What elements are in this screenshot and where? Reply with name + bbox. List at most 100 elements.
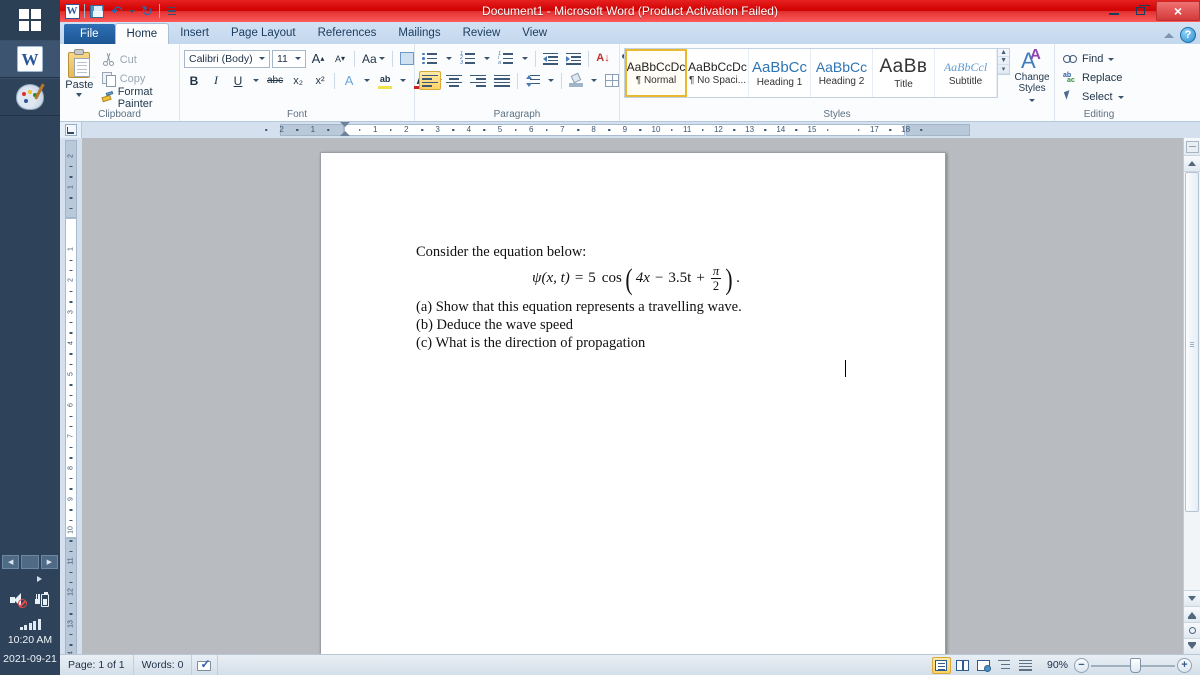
save-button[interactable] [88,2,106,20]
chevron-down-icon[interactable] [76,93,83,97]
highlight-dropdown-button[interactable] [397,71,409,90]
italic-button[interactable]: I [206,71,226,90]
copy-button[interactable]: Copy [98,70,175,87]
zoom-out-button[interactable]: − [1074,657,1089,673]
numbering-button[interactable]: 123 [457,49,479,68]
format-painter-button[interactable]: Format Painter [98,86,175,110]
undo-dropdown-button[interactable] [128,2,136,20]
numbering-dropdown-button[interactable] [481,49,493,68]
taskbar-item-paint[interactable] [0,78,60,116]
undo-button[interactable]: ↶ [108,2,126,20]
help-button[interactable]: ? [1180,27,1196,43]
style-subtitle[interactable]: AaBbCcl Subtitle [935,49,997,97]
switcher-prev[interactable]: ◀ [2,555,20,569]
style-no-spacing[interactable]: AaBbCcDc ¶ No Spaci... [687,49,749,97]
switcher-current[interactable] [21,555,39,569]
zoom-slider-track[interactable] [1089,657,1177,673]
text-effects-dropdown-button[interactable] [361,71,373,90]
zoom-slider[interactable]: − + [1074,657,1200,673]
tab-mailings[interactable]: Mailings [387,23,451,44]
sort-button[interactable]: A↓ [593,49,613,68]
view-draft-button[interactable] [1016,657,1035,674]
shading-button[interactable] [566,71,586,90]
align-left-button[interactable] [419,71,441,90]
shrink-font-button[interactable]: A ▾ [330,49,350,68]
highlight-button[interactable]: ab [375,71,395,90]
bullets-dropdown-button[interactable] [443,49,455,68]
find-button[interactable]: Find [1059,50,1128,68]
align-center-button[interactable] [443,71,465,90]
previous-page-button[interactable] [1184,606,1200,622]
shading-dropdown-button[interactable] [588,71,600,90]
battery-icon[interactable] [35,591,51,608]
horizontal-ruler[interactable]: 2 1 1 2 3 4 5 6 7 8 9 10 11 12 13 14 15 17 18 [82,122,1200,138]
styles-more-button[interactable]: ▾ [998,65,1010,74]
underline-dropdown-button[interactable] [250,71,262,90]
scroll-track[interactable] [1184,172,1200,590]
scroll-down-button[interactable] [1184,590,1200,606]
split-window-button[interactable] [1184,138,1200,156]
taskbar-item-word[interactable]: W [0,40,60,78]
align-right-button[interactable] [467,71,489,90]
document-text[interactable]: Consider the equation below: ψ(x, t) = 5… [416,243,856,352]
minimize-button[interactable] [1100,1,1127,21]
replace-button[interactable]: ab ac Replace [1059,69,1128,87]
view-web-layout-button[interactable] [974,657,993,674]
multilevel-list-button[interactable]: 1ia [495,49,517,68]
view-full-screen-reading-button[interactable] [953,657,972,674]
multilevel-dropdown-button[interactable] [519,49,531,68]
zoom-slider-thumb[interactable] [1130,657,1141,673]
first-line-indent-marker[interactable] [340,122,350,127]
taskbar-window-switcher[interactable]: ◀ ▶ [0,553,60,571]
bold-button[interactable]: B [184,71,204,90]
change-styles-button[interactable]: AA Change Styles [1010,47,1050,105]
taskbar-clock-date[interactable]: 2021-09-21 [0,652,60,675]
document-page[interactable]: Consider the equation below: ψ(x, t) = 5… [320,152,946,654]
volume-muted-icon[interactable] [9,593,27,608]
word-system-menu-button[interactable]: W [63,2,81,20]
tab-stop-selector[interactable] [60,122,82,138]
start-button[interactable] [0,0,60,40]
status-word-count[interactable]: Words: 0 [134,654,193,675]
scroll-up-button[interactable] [1184,156,1200,172]
switcher-next[interactable]: ▶ [40,555,58,569]
redo-button[interactable]: ↻ [138,2,156,20]
tab-insert[interactable]: Insert [169,23,220,44]
status-proofing-button[interactable]: ✓ [192,654,219,675]
decrease-indent-button[interactable] [540,49,561,68]
select-button[interactable]: Select [1059,88,1128,106]
zoom-level-label[interactable]: 90% [1041,659,1074,671]
tab-page-layout[interactable]: Page Layout [220,23,307,44]
network-signal-icon[interactable] [0,613,60,633]
line-spacing-dropdown-button[interactable] [545,71,557,90]
minimize-ribbon-button[interactable] [1162,28,1176,42]
grow-font-button[interactable]: A ▴ [308,49,328,68]
tab-home[interactable]: Home [114,23,170,44]
line-spacing-button[interactable] [522,71,543,90]
font-size-combobox[interactable]: 11 [272,49,306,68]
restore-button[interactable] [1127,1,1154,21]
styles-scroll-down-button[interactable]: ▼ [998,57,1010,65]
justify-button[interactable] [491,71,513,90]
tab-file[interactable]: File [64,24,115,44]
next-page-button[interactable] [1184,638,1200,654]
style-normal[interactable]: AaBbCcDc ¶ Normal [625,49,687,97]
increase-indent-button[interactable] [563,49,584,68]
font-name-combobox[interactable]: Calibri (Body) [184,49,270,68]
style-title[interactable]: AaBв Title [873,49,935,97]
superscript-button[interactable]: x² [310,71,330,90]
tab-references[interactable]: References [307,23,388,44]
view-print-layout-button[interactable] [931,656,951,674]
borders-button[interactable] [602,71,622,90]
paste-button[interactable]: Paste [64,48,95,106]
view-outline-button[interactable] [995,657,1014,674]
taskbar-clock-time[interactable]: 10:20 AM [0,633,60,652]
zoom-in-button[interactable]: + [1177,657,1192,673]
subscript-button[interactable]: x₂ [288,71,308,90]
underline-button[interactable]: U [228,71,248,90]
styles-scroll-up-button[interactable]: ▲ [998,49,1010,57]
tray-expand-button[interactable] [0,571,60,587]
tab-review[interactable]: Review [452,23,512,44]
status-page-number[interactable]: Page: 1 of 1 [60,654,134,675]
change-case-button[interactable]: Aa [359,49,388,68]
